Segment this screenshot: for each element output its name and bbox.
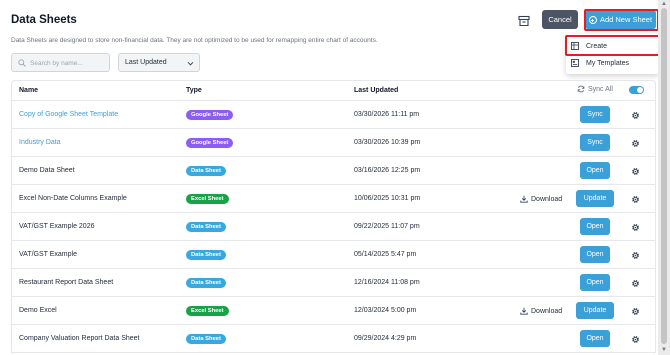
table-row: Excel Non-Date Columns Example Excel Shee… <box>11 185 656 213</box>
plus-circle-icon <box>588 15 597 24</box>
sheet-name: Restaurant Report Data Sheet <box>19 279 114 286</box>
type-badge: Excel Sheet <box>186 194 229 204</box>
gear-icon[interactable] <box>631 223 640 232</box>
table-row: VAT/GST Example Data Sheet 05/14/2025 5:47… <box>11 241 656 269</box>
type-badge: Excel Sheet <box>186 306 229 316</box>
sheet-name: VAT/GST Example 2026 <box>19 223 95 230</box>
download-icon <box>520 195 528 203</box>
column-header-name: Name <box>19 87 39 94</box>
download-label: Download <box>531 195 563 203</box>
last-updated-value: 03/30/2026 11:11 pm <box>354 111 420 118</box>
add-sheet-dropdown: Create My Templates <box>566 34 659 74</box>
sheet-name-link[interactable]: Copy of Google Sheet Template <box>19 111 118 118</box>
page-title: Data Sheets <box>11 14 77 26</box>
table-row: Demo Data Sheet Data Sheet 03/16/2026 12:2… <box>11 157 656 185</box>
sync-button[interactable]: Sync <box>580 106 610 123</box>
gear-icon[interactable] <box>631 139 640 148</box>
sync-all-toggle[interactable] <box>629 86 644 94</box>
type-badge: Google Sheet <box>186 138 234 148</box>
table-row: Restaurant Report Data Sheet Data Sheet 12… <box>11 269 656 297</box>
open-button[interactable]: Open <box>580 218 610 235</box>
sync-all-label: Sync All <box>588 85 613 93</box>
gear-icon[interactable] <box>631 307 640 316</box>
open-button[interactable]: Open <box>580 162 610 179</box>
update-button[interactable]: Update <box>576 302 614 319</box>
gear-icon[interactable] <box>631 251 640 260</box>
type-badge: Data Sheet <box>186 278 226 288</box>
scroll-down-arrow[interactable]: ▼ <box>660 347 668 353</box>
table-icon <box>571 42 579 50</box>
refresh-icon <box>577 85 585 93</box>
column-header-last-updated: Last Updated <box>354 87 399 94</box>
column-header-type: Type <box>186 87 202 94</box>
template-icon <box>571 59 579 67</box>
page-description: Data Sheets are designed to store non-fi… <box>11 37 378 44</box>
cancel-button[interactable]: Cancel <box>542 10 578 29</box>
dropdown-item-my-templates[interactable]: My Templates <box>566 54 659 72</box>
gear-icon[interactable] <box>631 167 640 176</box>
sync-all-button[interactable]: Sync All <box>577 85 613 93</box>
gear-icon[interactable] <box>631 195 640 204</box>
type-badge: Data Sheet <box>186 222 226 232</box>
sheet-name: Demo Data Sheet <box>19 167 75 174</box>
open-button[interactable]: Open <box>580 330 610 347</box>
download-button[interactable]: Download <box>520 195 562 203</box>
last-updated-value: 03/16/2026 12:25 pm <box>354 167 421 174</box>
sync-button[interactable]: Sync <box>580 134 610 151</box>
type-badge: Google Sheet <box>186 110 234 120</box>
sort-select[interactable]: Last Updated <box>118 53 200 72</box>
scrollbar-thumb[interactable] <box>661 8 667 344</box>
search-box <box>11 53 110 72</box>
search-icon <box>18 59 26 67</box>
last-updated-value: 09/22/2025 11:07 pm <box>354 223 420 230</box>
table-row: Copy of Google Sheet Template Google Shee… <box>11 101 656 129</box>
sheet-name: Company Valuation Report Data Sheet <box>19 335 140 342</box>
last-updated-value: 12/16/2024 11:08 pm <box>354 279 420 286</box>
dropdown-item-label: Create <box>586 42 608 50</box>
gear-icon[interactable] <box>631 279 640 288</box>
open-button[interactable]: Open <box>580 246 610 263</box>
table-row: VAT/GST Example 2026 Data Sheet 09/22/2025… <box>11 213 656 241</box>
gear-icon[interactable] <box>631 111 640 120</box>
open-button[interactable]: Open <box>580 274 610 291</box>
last-updated-value: 12/03/2024 5:00 pm <box>354 307 417 314</box>
dropdown-item-label: My Templates <box>586 59 630 67</box>
archive-icon[interactable] <box>517 14 531 28</box>
table-row: Demo Excel Excel Sheet 12/03/2024 5:00 pm … <box>11 297 656 325</box>
type-badge: Data Sheet <box>186 250 226 260</box>
sheet-name-link[interactable]: Industry Data <box>19 139 61 146</box>
chevron-down-icon <box>187 61 194 66</box>
type-badge: Data Sheet <box>186 334 226 344</box>
search-input[interactable] <box>30 57 108 69</box>
gear-icon[interactable] <box>631 335 640 344</box>
page: Data Sheets Data Sheets are designed to … <box>0 0 661 355</box>
last-updated-value: 09/29/2024 4:29 pm <box>354 335 417 342</box>
add-new-sheet-label: Add New Sheet <box>599 15 653 24</box>
last-updated-value: 10/06/2025 10:31 pm <box>354 195 421 202</box>
type-badge: Data Sheet <box>186 166 226 176</box>
last-updated-value: 05/14/2025 5:47 pm <box>354 251 417 258</box>
sheet-name: VAT/GST Example <box>19 251 77 258</box>
sort-select-value: Last Updated <box>125 59 167 66</box>
sheet-name: Demo Excel <box>19 307 57 314</box>
download-label: Download <box>531 307 563 315</box>
last-updated-value: 03/30/2026 10:39 pm <box>354 139 421 146</box>
scroll-up-arrow[interactable]: ▲ <box>660 1 668 7</box>
download-icon <box>520 307 528 315</box>
sheet-name: Excel Non-Date Columns Example <box>19 195 127 202</box>
update-button[interactable]: Update <box>576 190 614 207</box>
table-row: Industry Data Google Sheet 03/30/2026 10:3… <box>11 129 656 157</box>
table-row: Company Valuation Report Data Sheet Data … <box>11 325 656 353</box>
add-new-sheet-button[interactable]: Add New Sheet <box>585 10 656 29</box>
download-button[interactable]: Download <box>520 307 562 315</box>
dropdown-item-create[interactable]: Create <box>566 37 659 55</box>
